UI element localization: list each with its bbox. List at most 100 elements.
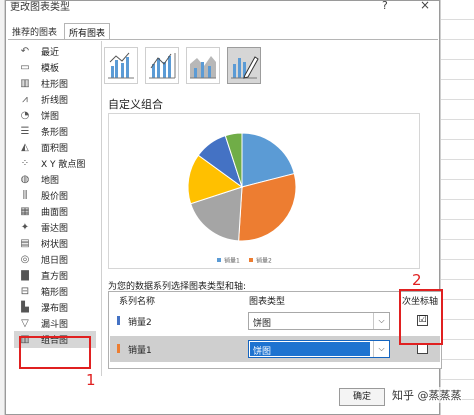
chart-type-label: 漏斗图 <box>41 320 69 330</box>
tab-recommended-charts[interactable]: 推荐的图表 <box>8 23 64 39</box>
chart-type-label: 雷达图 <box>41 224 69 234</box>
clustered-column-line-icon <box>108 52 134 79</box>
series-color-swatch <box>117 344 120 353</box>
column-chart-icon: ▥ <box>20 78 30 89</box>
chart-type-label: 条形图 <box>41 128 69 138</box>
chart-type-item-3[interactable]: ⩘ 折线图 <box>14 91 96 108</box>
funnel-chart-icon: ▽ <box>21 318 29 329</box>
chart-type-item-7[interactable]: ⁘ X Y 散点图 <box>14 155 96 172</box>
tab-divider <box>8 39 438 40</box>
chart-type-label: X Y 散点图 <box>41 160 86 170</box>
chart-type-select-value: 饼图 <box>250 342 370 357</box>
chart-type-label: 最近 <box>41 48 60 58</box>
section-title-custom-combo: 自定义组合 <box>108 98 163 111</box>
chart-type-select-value: 饼图 <box>253 319 272 329</box>
close-button[interactable]: × <box>420 0 430 12</box>
chart-type-item-12[interactable]: ▤ 树状图 <box>14 235 96 252</box>
column-header-chart-type: 图表类型 <box>249 297 286 307</box>
chart-type-item-10[interactable]: ▦ 曲面图 <box>14 203 96 220</box>
chart-type-item-15[interactable]: ⊟ 箱形图 <box>14 283 96 300</box>
radar-chart-icon: ✦ <box>20 222 30 233</box>
chart-type-label: 箱形图 <box>41 288 69 298</box>
chart-type-label: 旭日图 <box>41 256 69 266</box>
chart-type-label: 瀑布图 <box>41 304 69 314</box>
series-table: 系列名称 图表类型 次坐标轴 销量2 饼图 ⌵ ☑ 销量1 饼图 ⌵ <box>108 291 442 369</box>
chevron-down-icon[interactable]: ⌵ <box>373 313 389 329</box>
pie-preview: 销量1 销量2 <box>187 132 297 265</box>
chart-type-label: 面积图 <box>41 144 69 154</box>
combo-subtype-custom[interactable] <box>227 47 261 84</box>
combo-subtype-stacked-area-column[interactable] <box>186 47 220 84</box>
folder-icon: ▭ <box>20 62 30 73</box>
chart-type-item-8[interactable]: ◍ 地图 <box>14 171 96 188</box>
undo-icon: ↶ <box>20 46 30 57</box>
column-header-series-name: 系列名称 <box>119 297 156 307</box>
chart-type-item-2[interactable]: ▥ 柱形图 <box>14 75 96 92</box>
chart-type-label: 柱形图 <box>41 80 69 90</box>
dialog-title: 更改图表类型 <box>10 2 70 13</box>
chart-type-item-0[interactable]: ↶ 最近 <box>14 43 96 60</box>
panel-divider <box>101 41 102 376</box>
annotation-box-combo <box>19 336 91 369</box>
chart-type-label: 饼图 <box>41 112 60 122</box>
legend-swatch-1 <box>217 258 221 262</box>
legend-label-1: 销量1 <box>224 257 240 265</box>
chart-type-label: 地图 <box>41 176 60 186</box>
annotation-number-1: 1 <box>86 371 96 389</box>
chart-type-label: 折线图 <box>41 96 69 106</box>
stacked-area-column-icon <box>190 56 216 79</box>
combo-subtype-clustered-column-line[interactable] <box>104 47 138 84</box>
legend-label-2: 销量2 <box>256 257 272 265</box>
pie-chart-icon: ◔ <box>20 110 30 121</box>
chart-type-item-13[interactable]: ◎ 旭日图 <box>14 251 96 268</box>
surface-chart-icon: ▦ <box>20 206 30 217</box>
chart-type-label: 直方图 <box>41 272 69 282</box>
legend-swatch-2 <box>249 258 253 262</box>
chart-type-item-14[interactable]: ▇ 直方图 <box>14 267 96 284</box>
histogram-chart-icon: ▇ <box>21 270 29 281</box>
combo-subtype-column-line-secondary[interactable] <box>145 47 179 84</box>
line-chart-icon: ⩘ <box>22 94 28 105</box>
column-line-secondary-axis-icon <box>149 53 176 79</box>
chart-type-item-6[interactable]: ◭ 面积图 <box>14 139 96 156</box>
treemap-chart-icon: ▤ <box>20 238 30 249</box>
chart-type-item-9[interactable]: ⫼ 股价图 <box>14 187 96 204</box>
tab-all-charts[interactable]: 所有图表 <box>64 23 110 39</box>
ok-button[interactable]: 确定 <box>339 388 385 406</box>
chart-type-item-17[interactable]: ▽ 漏斗图 <box>14 315 96 332</box>
chart-type-label: 模板 <box>41 64 60 74</box>
series-color-swatch <box>117 316 120 325</box>
chart-type-item-1[interactable]: ▭ 模板 <box>14 59 96 76</box>
chart-preview: 销量1 销量2 <box>108 113 420 269</box>
box-whisker-chart-icon: ⊟ <box>20 286 30 297</box>
chart-type-item-16[interactable]: ▙ 瀑布图 <box>14 299 96 316</box>
background-spreadsheet <box>440 0 474 415</box>
series-row-sales1[interactable]: 销量1 饼图 ⌵ <box>110 336 440 362</box>
series-name: 销量2 <box>128 318 152 328</box>
chart-type-select-sales1[interactable]: 饼图 ⌵ <box>248 340 390 358</box>
waterfall-chart-icon: ▙ <box>21 302 29 313</box>
chart-type-label: 曲面图 <box>41 208 69 218</box>
annotation-box-secondary-axis <box>399 289 443 345</box>
area-chart-icon: ◭ <box>21 142 29 153</box>
chevron-down-icon[interactable]: ⌵ <box>373 341 389 357</box>
watermark: 知乎 @蒸蒸蒸 <box>392 387 462 403</box>
custom-combination-icon <box>231 56 259 79</box>
chart-type-label: 树状图 <box>41 240 69 250</box>
bar-chart-icon: ☰ <box>20 126 30 137</box>
stock-chart-icon: ⫼ <box>22 190 28 201</box>
chart-type-item-11[interactable]: ✦ 雷达图 <box>14 219 96 236</box>
change-chart-type-dialog: 更改图表类型 ? × 推荐的图表 所有图表 ↶ 最近 ▭ 模板 ▥ 柱形图 ⩘ 折线图 ◔ 饼图 ☰… <box>5 0 462 415</box>
dialog-titlebar: 更改图表类型 ? × <box>6 0 439 15</box>
scatter-chart-icon: ⁘ <box>20 158 30 169</box>
annotation-number-2: 2 <box>412 271 422 289</box>
chart-type-item-4[interactable]: ◔ 饼图 <box>14 107 96 124</box>
help-button[interactable]: ? <box>382 0 388 12</box>
series-row-sales2[interactable]: 销量2 饼图 ⌵ ☑ <box>110 308 440 334</box>
chart-type-item-5[interactable]: ☰ 条形图 <box>14 123 96 140</box>
chart-type-select-sales2[interactable]: 饼图 ⌵ <box>248 312 390 330</box>
chart-type-label: 股价图 <box>41 192 69 202</box>
map-chart-icon: ◍ <box>20 174 30 185</box>
series-name: 销量1 <box>128 346 152 356</box>
sunburst-chart-icon: ◎ <box>20 254 30 265</box>
